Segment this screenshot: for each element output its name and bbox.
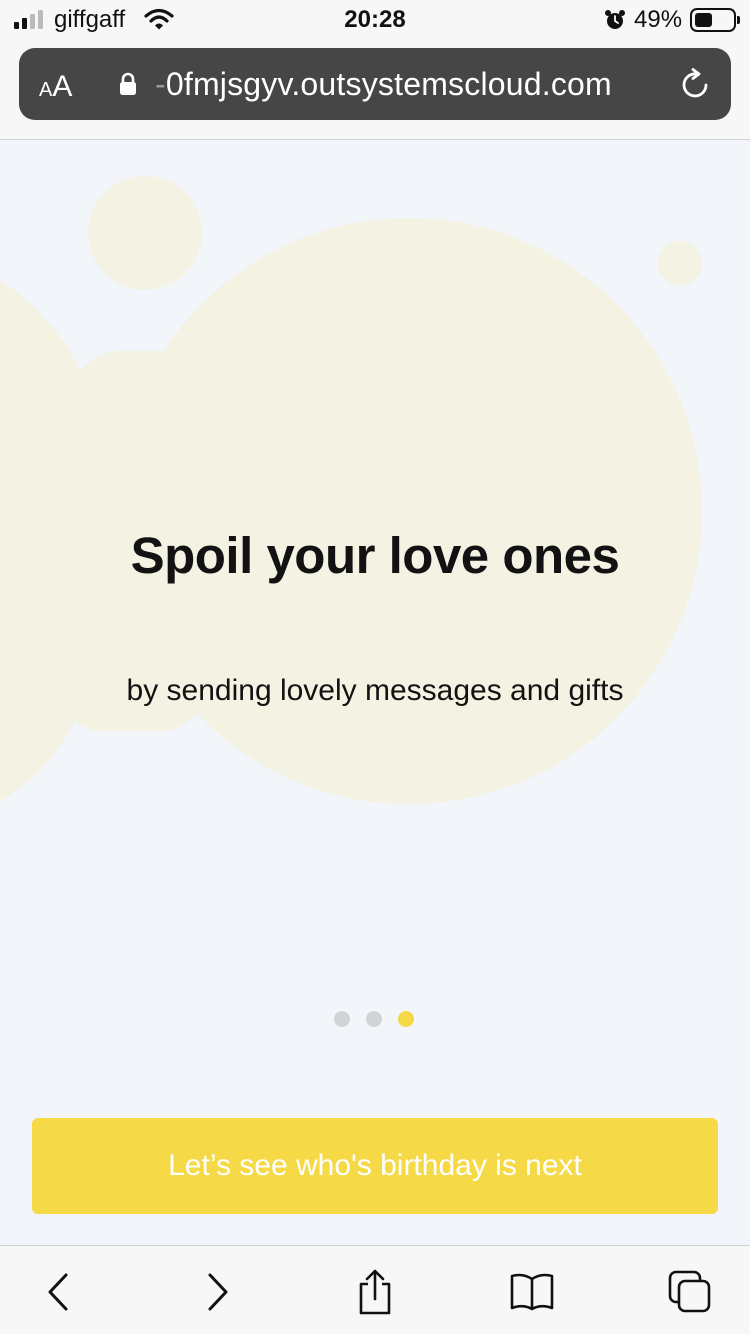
bookmarks-icon[interactable] [508, 1268, 556, 1316]
page-dot[interactable] [334, 1011, 350, 1027]
address-bar[interactable]: AA -0fmjsgyv.outsystemscloud.com [19, 48, 731, 120]
url-text[interactable]: -0fmjsgyv.outsystemscloud.com [155, 66, 612, 103]
battery-percent: 49% [634, 6, 683, 33]
page-dot[interactable] [366, 1011, 382, 1027]
tabs-icon[interactable] [666, 1268, 714, 1316]
onboarding-subtitle: by sending lovely messages and gifts [126, 674, 624, 707]
back-icon[interactable] [34, 1268, 82, 1316]
alarm-icon [604, 9, 626, 36]
page-dot-active[interactable] [398, 1011, 414, 1027]
reload-icon[interactable] [679, 68, 713, 107]
status-bar: giffgaff 20:28 49% [0, 0, 750, 40]
decorative-circle-small [88, 176, 202, 290]
battery-icon [690, 8, 740, 32]
decorative-circle-tiny [658, 241, 702, 285]
onboarding-screen: Spoil your love ones by sending lovely m… [0, 141, 750, 1245]
browser-address-area: AA -0fmjsgyv.outsystemscloud.com [0, 40, 750, 140]
onboarding-title: Spoil your love ones [130, 527, 620, 584]
next-birthday-button[interactable]: Let’s see who's birthday is next [32, 1118, 718, 1214]
forward-icon[interactable] [194, 1268, 242, 1316]
browser-toolbar [0, 1245, 750, 1334]
page-indicator [334, 1011, 414, 1027]
share-icon[interactable] [351, 1268, 399, 1316]
text-size-button[interactable]: AA [39, 70, 72, 104]
lock-icon [119, 72, 137, 101]
